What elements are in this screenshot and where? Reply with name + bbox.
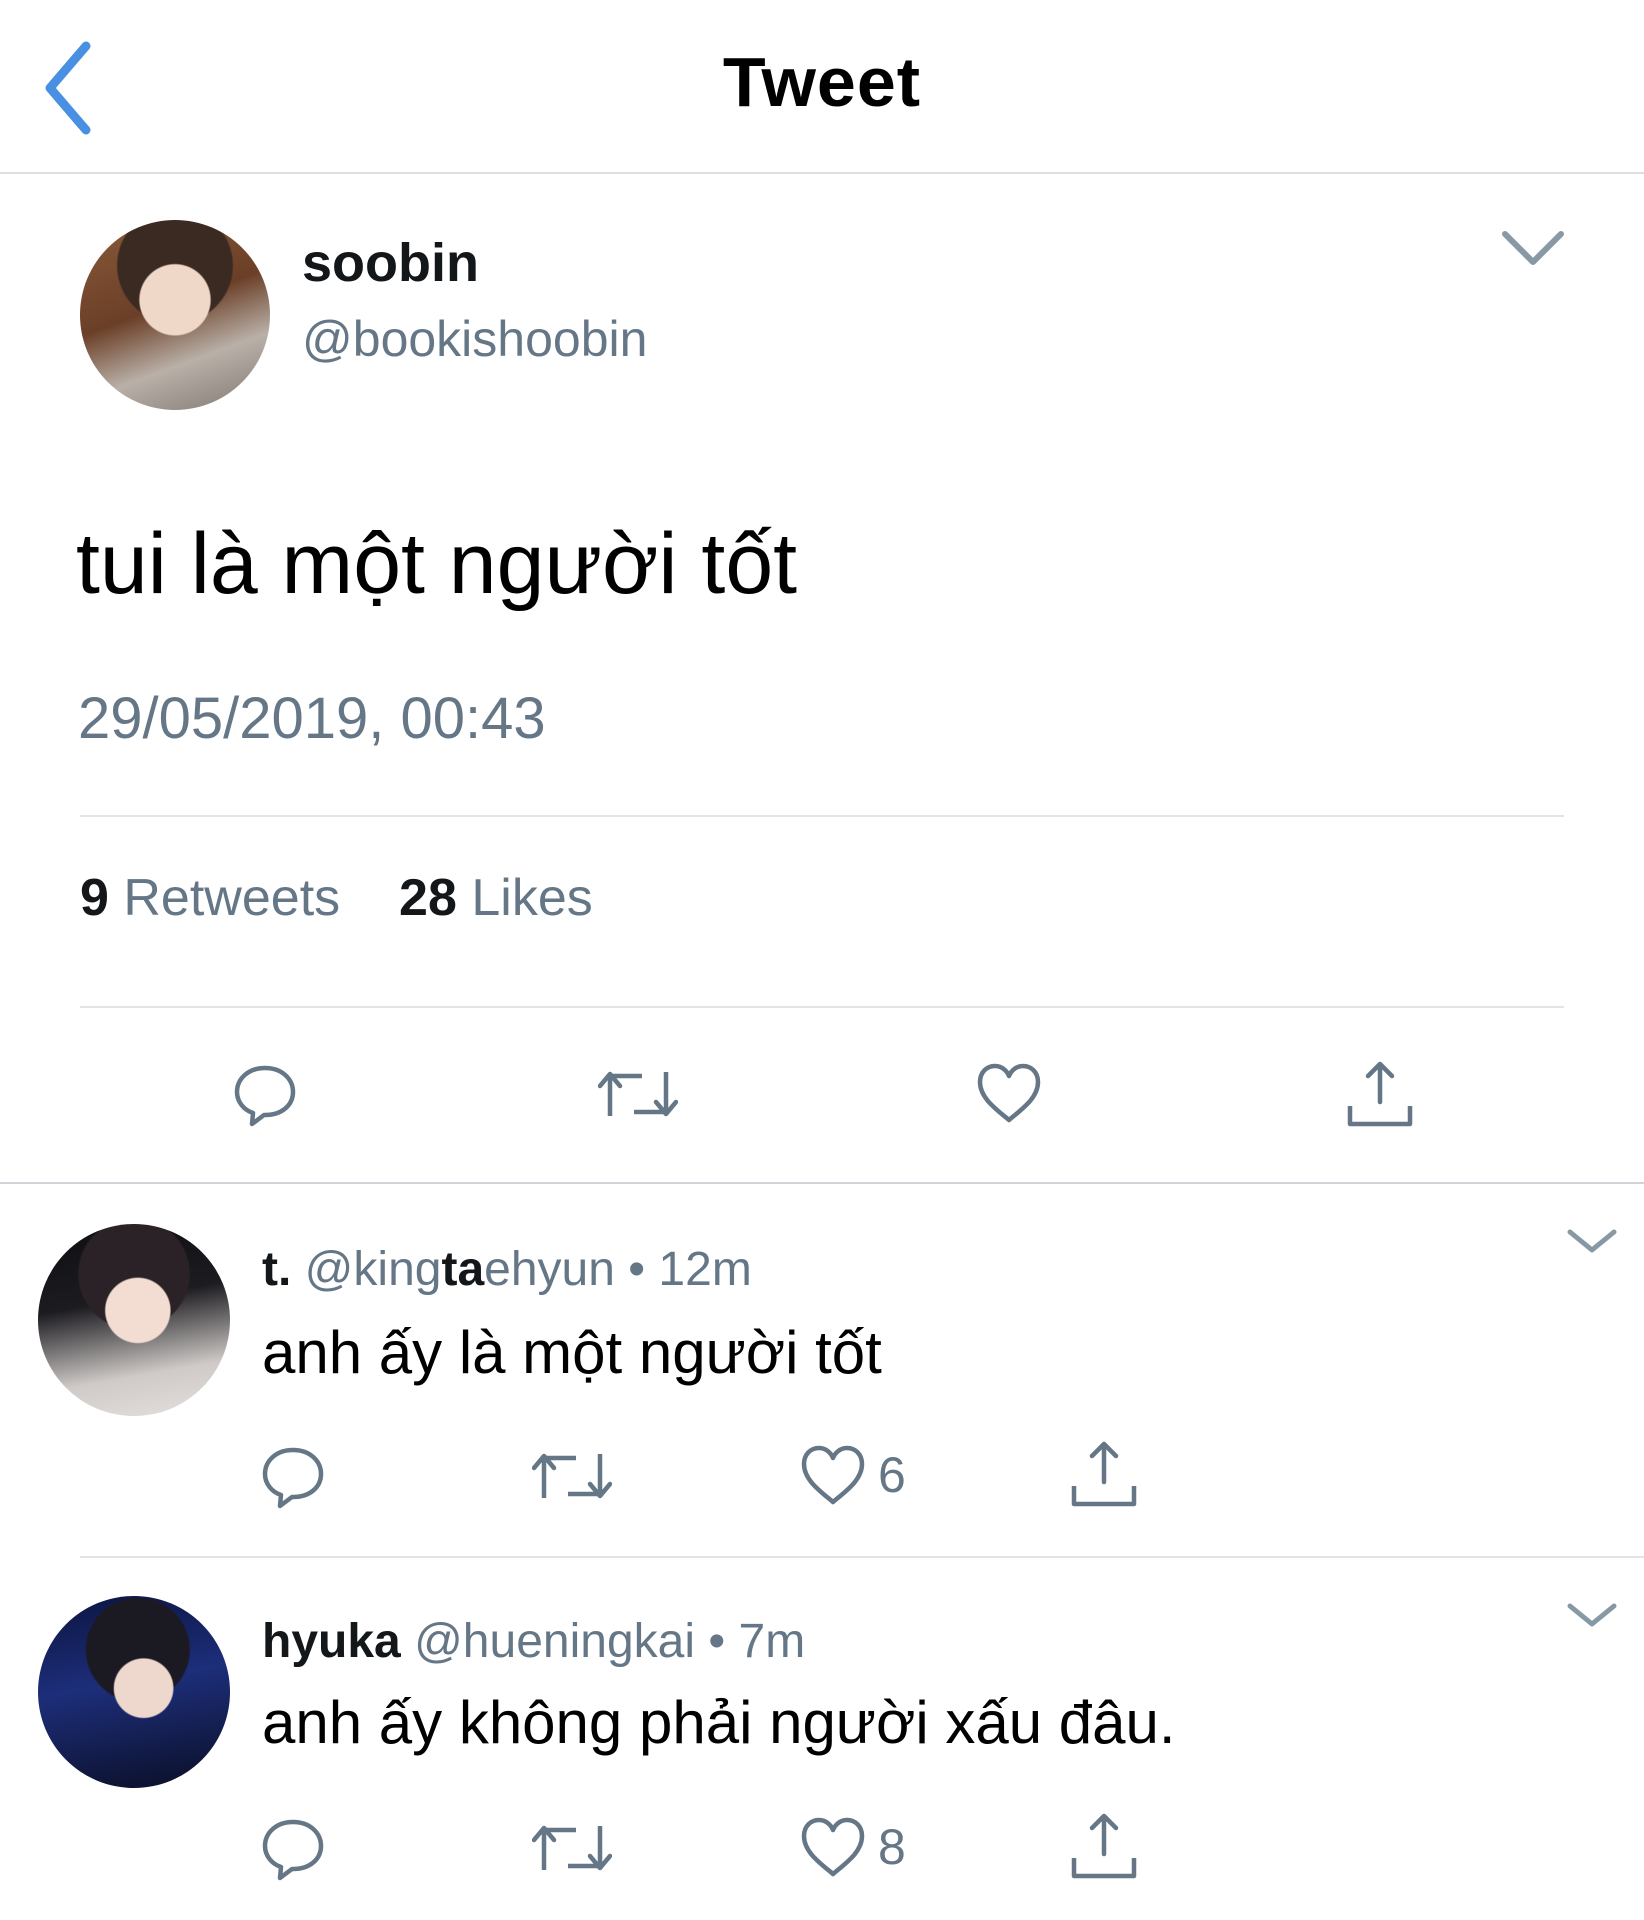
speech-bubble-icon [262,1819,324,1881]
separator-dot: • [628,1243,646,1296]
speech-bubble-icon [234,1065,296,1127]
chevron-down-icon [1567,1229,1617,1253]
share-icon [1347,1061,1413,1127]
retweet-icon [532,1453,612,1499]
author-handle[interactable]: @bookishoobin [302,310,647,368]
tweet-text: tui là một người tốt [76,516,798,612]
reply-button[interactable] [260,1816,326,1882]
reply-button[interactable] [232,1062,298,1128]
reply-button[interactable] [260,1444,326,1510]
top-bar: Tweet [0,0,1644,174]
separator-dot: • [708,1615,726,1668]
reply-author-name[interactable]: hyuka [262,1615,401,1668]
reply-time: 7m [738,1615,806,1668]
share-button[interactable] [1346,1060,1414,1128]
reply-options-button[interactable] [1566,1600,1618,1630]
reply-author-name[interactable]: t. [262,1243,291,1296]
share-icon [1071,1441,1137,1507]
retweet-button[interactable] [598,1064,678,1124]
tweet-timestamp: 29/05/2019, 00:43 [78,686,546,751]
divider [0,1182,1644,1184]
tweet-options-button[interactable] [1500,228,1566,268]
avatar[interactable] [80,220,270,410]
heart-icon [801,1445,865,1505]
divider [80,1006,1564,1008]
speech-bubble-icon [262,1447,324,1509]
like-button[interactable] [800,1816,866,1878]
like-count: 6 [878,1447,906,1503]
reply-text: anh ấy là một người tốt [262,1319,882,1386]
like-button[interactable] [976,1062,1042,1124]
share-button[interactable] [1070,1812,1138,1880]
retweets-count: 9 [80,869,109,927]
chevron-down-icon [1502,231,1564,265]
avatar[interactable] [38,1224,230,1416]
likes-stat[interactable]: 28 Likes [385,869,593,927]
share-icon [1071,1813,1137,1879]
avatar[interactable] [38,1596,230,1788]
like-count: 8 [878,1819,906,1875]
heart-icon [977,1063,1041,1123]
retweet-icon [598,1071,678,1117]
reply-text: anh ấy không phải người xấu đâu. [262,1689,1176,1756]
likes-label: Likes [471,869,593,927]
chevron-down-icon [1567,1603,1617,1627]
reply-author-handle[interactable]: @kingtaehyun [305,1243,615,1296]
tweet-stats: 9 Retweets 28 Likes [80,868,593,928]
divider [80,1556,1644,1558]
page-title: Tweet [722,43,922,121]
reply-author-handle[interactable]: @hueningkai [414,1615,695,1668]
retweet-button[interactable] [532,1818,612,1878]
like-button[interactable] [800,1444,866,1506]
retweets-label: Retweets [123,869,341,927]
share-button[interactable] [1070,1440,1138,1508]
reply-options-button[interactable] [1566,1226,1618,1256]
retweet-button[interactable] [532,1446,612,1506]
reply-time: 12m [658,1243,752,1296]
divider [80,815,1564,817]
retweets-stat[interactable]: 9 Retweets [80,869,355,927]
heart-icon [801,1817,865,1877]
retweet-icon [532,1825,612,1871]
likes-count: 28 [399,869,457,927]
author-name[interactable]: soobin [302,232,479,294]
reply-header: t. @kingtaehyun • 12m [262,1242,752,1297]
reply-header: hyuka @hueningkai • 7m [262,1614,805,1669]
